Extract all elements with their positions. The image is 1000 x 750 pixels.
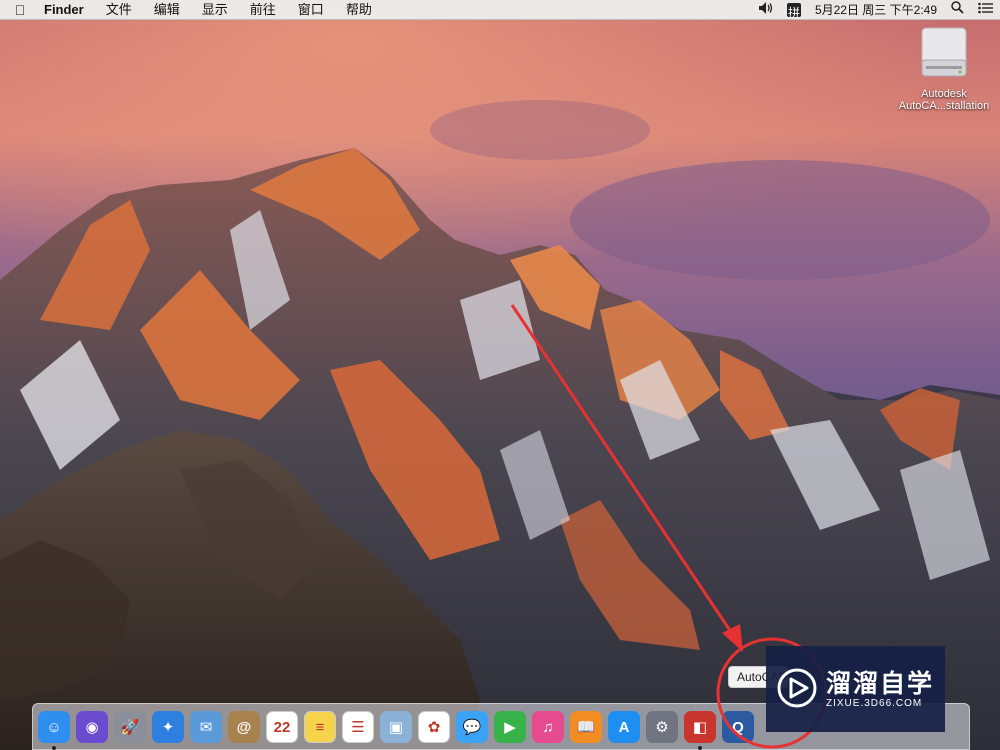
watermark-subtitle: ZIXUE.3D66.COM	[826, 698, 923, 709]
input-method-indicator[interactable]: 拼	[786, 2, 801, 20]
preview-icon[interactable]: ▣	[380, 711, 412, 743]
menu-finder[interactable]: Finder	[40, 0, 95, 20]
messages-icon[interactable]: 💬	[456, 711, 488, 743]
itunes-icon[interactable]: ♫	[532, 711, 564, 743]
drive-label-line1: Autodesk	[921, 88, 967, 100]
apple-logo-icon[interactable]: 	[0, 2, 40, 18]
notification-center-icon[interactable]	[978, 0, 993, 20]
menu-view[interactable]: 显示	[191, 0, 239, 20]
mail-icon[interactable]: ✉	[190, 711, 222, 743]
quicktime-icon[interactable]: Q	[722, 711, 754, 743]
desktop-drive-autodesk[interactable]: Autodesk AutoCA...stallation	[892, 26, 996, 112]
launchpad-icon[interactable]: 🚀	[114, 711, 146, 743]
reminders-icon[interactable]: ☰	[342, 711, 374, 743]
photos-icon[interactable]: ✿	[418, 711, 450, 743]
menu-go[interactable]: 前往	[239, 0, 287, 20]
finder-icon[interactable]: ☺	[38, 711, 70, 743]
spotlight-search-icon[interactable]	[951, 0, 964, 20]
facetime-icon[interactable]: ▶	[494, 711, 526, 743]
watermark-title: 溜溜自学	[826, 670, 935, 698]
desktop-wallpaper	[0, 0, 1000, 750]
menu-help[interactable]: 帮助	[335, 0, 383, 20]
dock-running-indicator	[52, 746, 56, 750]
drive-label-line2: AutoCA...stallation	[898, 100, 990, 112]
menu-bar:  Finder 文件 编辑 显示 前往 窗口 帮助 拼 5月22日 周三 下午…	[0, 0, 1000, 20]
app-store-icon[interactable]: A	[608, 711, 640, 743]
menu-bar-clock[interactable]: 5月22日 周三 下午2:49	[815, 0, 937, 20]
menu-bar-status-area: 拼 5月22日 周三 下午2:49	[752, 0, 1000, 20]
menu-edit[interactable]: 编辑	[143, 0, 191, 20]
dock-running-indicator	[698, 746, 702, 750]
zixue-play-logo-icon	[777, 668, 817, 708]
siri-icon[interactable]: ◉	[76, 711, 108, 743]
watermark-badge: 溜溜自学 ZIXUE.3D66.COM	[766, 646, 945, 732]
drive-label: Autodesk AutoCA...stallation	[892, 88, 996, 112]
notes-icon[interactable]: ≡	[304, 711, 336, 743]
ibooks-icon[interactable]: 📖	[570, 711, 602, 743]
contacts-icon[interactable]: @	[228, 711, 260, 743]
autocad-installer-icon[interactable]: ◧	[684, 711, 716, 743]
volume-icon[interactable]	[758, 0, 773, 20]
system-preferences-icon[interactable]: ⚙	[646, 711, 678, 743]
menu-window[interactable]: 窗口	[287, 0, 335, 20]
external-drive-icon	[920, 26, 968, 78]
menu-file[interactable]: 文件	[95, 0, 143, 20]
calendar-icon[interactable]: 22	[266, 711, 298, 743]
safari-icon[interactable]: ✦	[152, 711, 184, 743]
